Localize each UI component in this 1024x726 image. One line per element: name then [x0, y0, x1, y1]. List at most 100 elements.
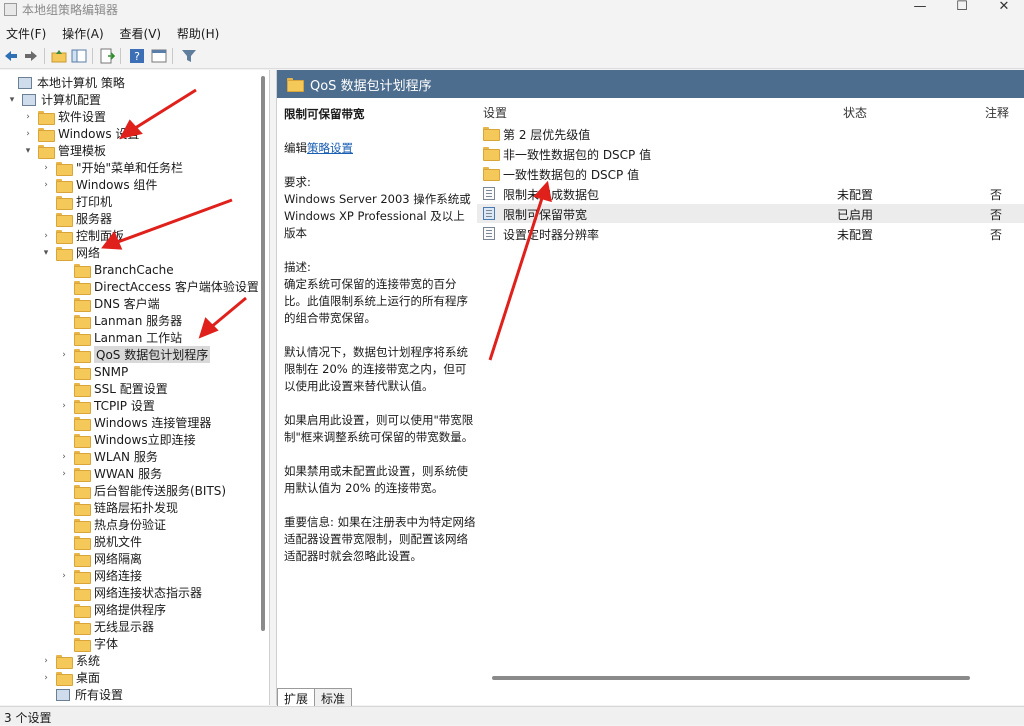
tree-item[interactable]: 本地计算机 策略	[2, 74, 125, 91]
tree-item[interactable]: Windows立即连接	[58, 431, 196, 448]
tree-item[interactable]: 网络连接状态指示器	[58, 584, 202, 601]
chevron-right-icon[interactable]: ›	[58, 570, 70, 582]
tree-item[interactable]: 网络提供程序	[58, 601, 166, 618]
toolbar: ?	[0, 43, 1024, 69]
forward-icon[interactable]	[22, 47, 40, 65]
menu-action[interactable]: 操作(A)	[56, 22, 110, 45]
table-row[interactable]: 非一致性数据包的 DSCP 值	[477, 144, 1024, 163]
table-row[interactable]: 一致性数据包的 DSCP 值	[477, 164, 1024, 183]
tree-scrollbar[interactable]	[258, 70, 268, 705]
chevron-down-icon[interactable]: ▾	[40, 247, 52, 259]
tree-item[interactable]: 字体	[58, 635, 118, 652]
tree-item[interactable]: SNMP	[58, 363, 128, 380]
tree-item[interactable]: › 软件设置	[22, 108, 106, 125]
tree-item[interactable]: Lanman 服务器	[58, 312, 182, 329]
tree-item[interactable]: 无线显示器	[58, 618, 154, 635]
tree-item[interactable]: › 网络连接	[58, 567, 142, 584]
table-row[interactable]: 第 2 层优先级值	[477, 124, 1024, 143]
list-hscrollbar[interactable]	[492, 676, 970, 680]
tree-item[interactable]: › "开始"菜单和任务栏	[40, 159, 183, 176]
tree-item[interactable]: ▾ 管理模板	[22, 142, 106, 159]
tree-item[interactable]: 脱机文件	[58, 533, 142, 550]
table-row[interactable]: 限制可保留带宽 已启用 否	[477, 204, 1024, 223]
properties-icon[interactable]	[150, 47, 168, 65]
column-setting[interactable]: 设置	[483, 104, 507, 121]
tree-item[interactable]: Windows 连接管理器	[58, 414, 211, 431]
tree-item[interactable]: › WLAN 服务	[58, 448, 158, 465]
chevron-right-icon[interactable]: ›	[58, 468, 70, 480]
menu-view[interactable]: 查看(V)	[114, 22, 168, 45]
tree-item[interactable]: 后台智能传送服务(BITS)	[58, 482, 226, 499]
edit-policy-link[interactable]: 策略设置	[307, 141, 353, 155]
folder-icon	[287, 78, 304, 92]
help-icon[interactable]: ?	[128, 47, 146, 65]
tree-item[interactable]: DirectAccess 客户端体验设置	[58, 278, 259, 295]
chevron-right-icon[interactable]: ›	[58, 451, 70, 463]
tree-item-label: 软件设置	[58, 110, 107, 124]
tree-item[interactable]: › Windows 设置	[22, 125, 139, 142]
chevron-right-icon[interactable]: ›	[40, 162, 52, 174]
tree-item-label: BranchCache	[94, 262, 174, 277]
tab-standard[interactable]: 标准	[314, 688, 353, 706]
chevron-right-icon[interactable]: ›	[40, 230, 52, 242]
minimize-button[interactable]: —	[900, 0, 940, 20]
export-list-icon[interactable]	[98, 47, 116, 65]
tree-item[interactable]: 网络隔离	[58, 550, 142, 567]
tree-item-label: QoS 数据包计划程序	[94, 346, 211, 363]
chevron-right-icon[interactable]: ›	[40, 179, 52, 191]
tree-item[interactable]: ▾ 计算机配置	[6, 91, 101, 108]
tree-item[interactable]: DNS 客户端	[58, 295, 160, 312]
tree-item[interactable]: › WWAN 服务	[58, 465, 162, 482]
filter-icon[interactable]	[180, 47, 198, 65]
tree-item[interactable]: 打印机	[40, 193, 112, 210]
show-hide-tree-icon[interactable]	[70, 47, 88, 65]
chevron-right-icon[interactable]: ›	[58, 400, 70, 412]
table-row[interactable]: 设置定时器分辨率 未配置 否	[477, 224, 1024, 243]
table-row[interactable]: 限制未完成数据包 未配置 否	[477, 184, 1024, 203]
up-folder-icon[interactable]	[50, 47, 68, 65]
chevron-right-icon[interactable]: ›	[22, 128, 34, 140]
back-icon[interactable]	[2, 47, 20, 65]
menu-help[interactable]: 帮助(H)	[171, 22, 225, 45]
column-state[interactable]: 状态	[843, 104, 867, 121]
tree-item-label: SNMP	[94, 364, 129, 379]
tree-item[interactable]: › 桌面	[40, 669, 100, 686]
menu-file[interactable]: 文件(F)	[0, 22, 52, 45]
tree-item[interactable]: › TCPIP 设置	[58, 397, 155, 414]
tree-item[interactable]: ▾ 网络	[40, 244, 100, 261]
tree-item[interactable]: 服务器	[40, 210, 112, 227]
tree-item[interactable]: › 系统	[40, 652, 100, 669]
view-tabs: 扩展 标准	[277, 688, 353, 706]
chevron-down-icon[interactable]: ▾	[6, 94, 18, 106]
chevron-right-icon[interactable]: ›	[40, 672, 52, 684]
tree-item[interactable]: 热点身份验证	[58, 516, 166, 533]
close-button[interactable]: ✕	[984, 0, 1024, 20]
tree-item[interactable]: 所有设置	[40, 686, 123, 703]
chevron-right-icon[interactable]: ›	[22, 111, 34, 123]
tree-item[interactable]: › 控制面板	[40, 227, 124, 244]
tree-item-label: Windows 设置	[58, 127, 140, 141]
chevron-down-icon[interactable]: ▾	[22, 145, 34, 157]
folder-icon	[74, 433, 91, 448]
maximize-button[interactable]: ☐	[942, 0, 982, 20]
tree-item[interactable]: ▾用户配置	[6, 703, 89, 705]
tree-item[interactable]: SSL 配置设置	[58, 380, 168, 397]
tree-item[interactable]: 链路层拓扑发现	[58, 499, 178, 516]
column-note[interactable]: 注释	[985, 104, 1009, 121]
tree-item[interactable]: › Windows 组件	[40, 176, 157, 193]
folder-icon	[74, 297, 91, 312]
chevron-right-icon[interactable]: ›	[58, 349, 70, 361]
tree-item[interactable]: Lanman 工作站	[58, 329, 182, 346]
tree-item[interactable]: BranchCache	[58, 261, 174, 278]
settings-list: 设置 状态 注释 第 2 层优先级值 非一致性数据包的 DSCP 值一致性数据包的…	[477, 98, 1024, 678]
tree-item[interactable]: › QoS 数据包计划程序	[58, 346, 211, 363]
chevron-right-icon[interactable]: ›	[40, 655, 52, 667]
tab-extended[interactable]: 扩展	[277, 688, 316, 706]
tree-item-label: 桌面	[76, 671, 101, 685]
folder-icon	[56, 195, 73, 210]
